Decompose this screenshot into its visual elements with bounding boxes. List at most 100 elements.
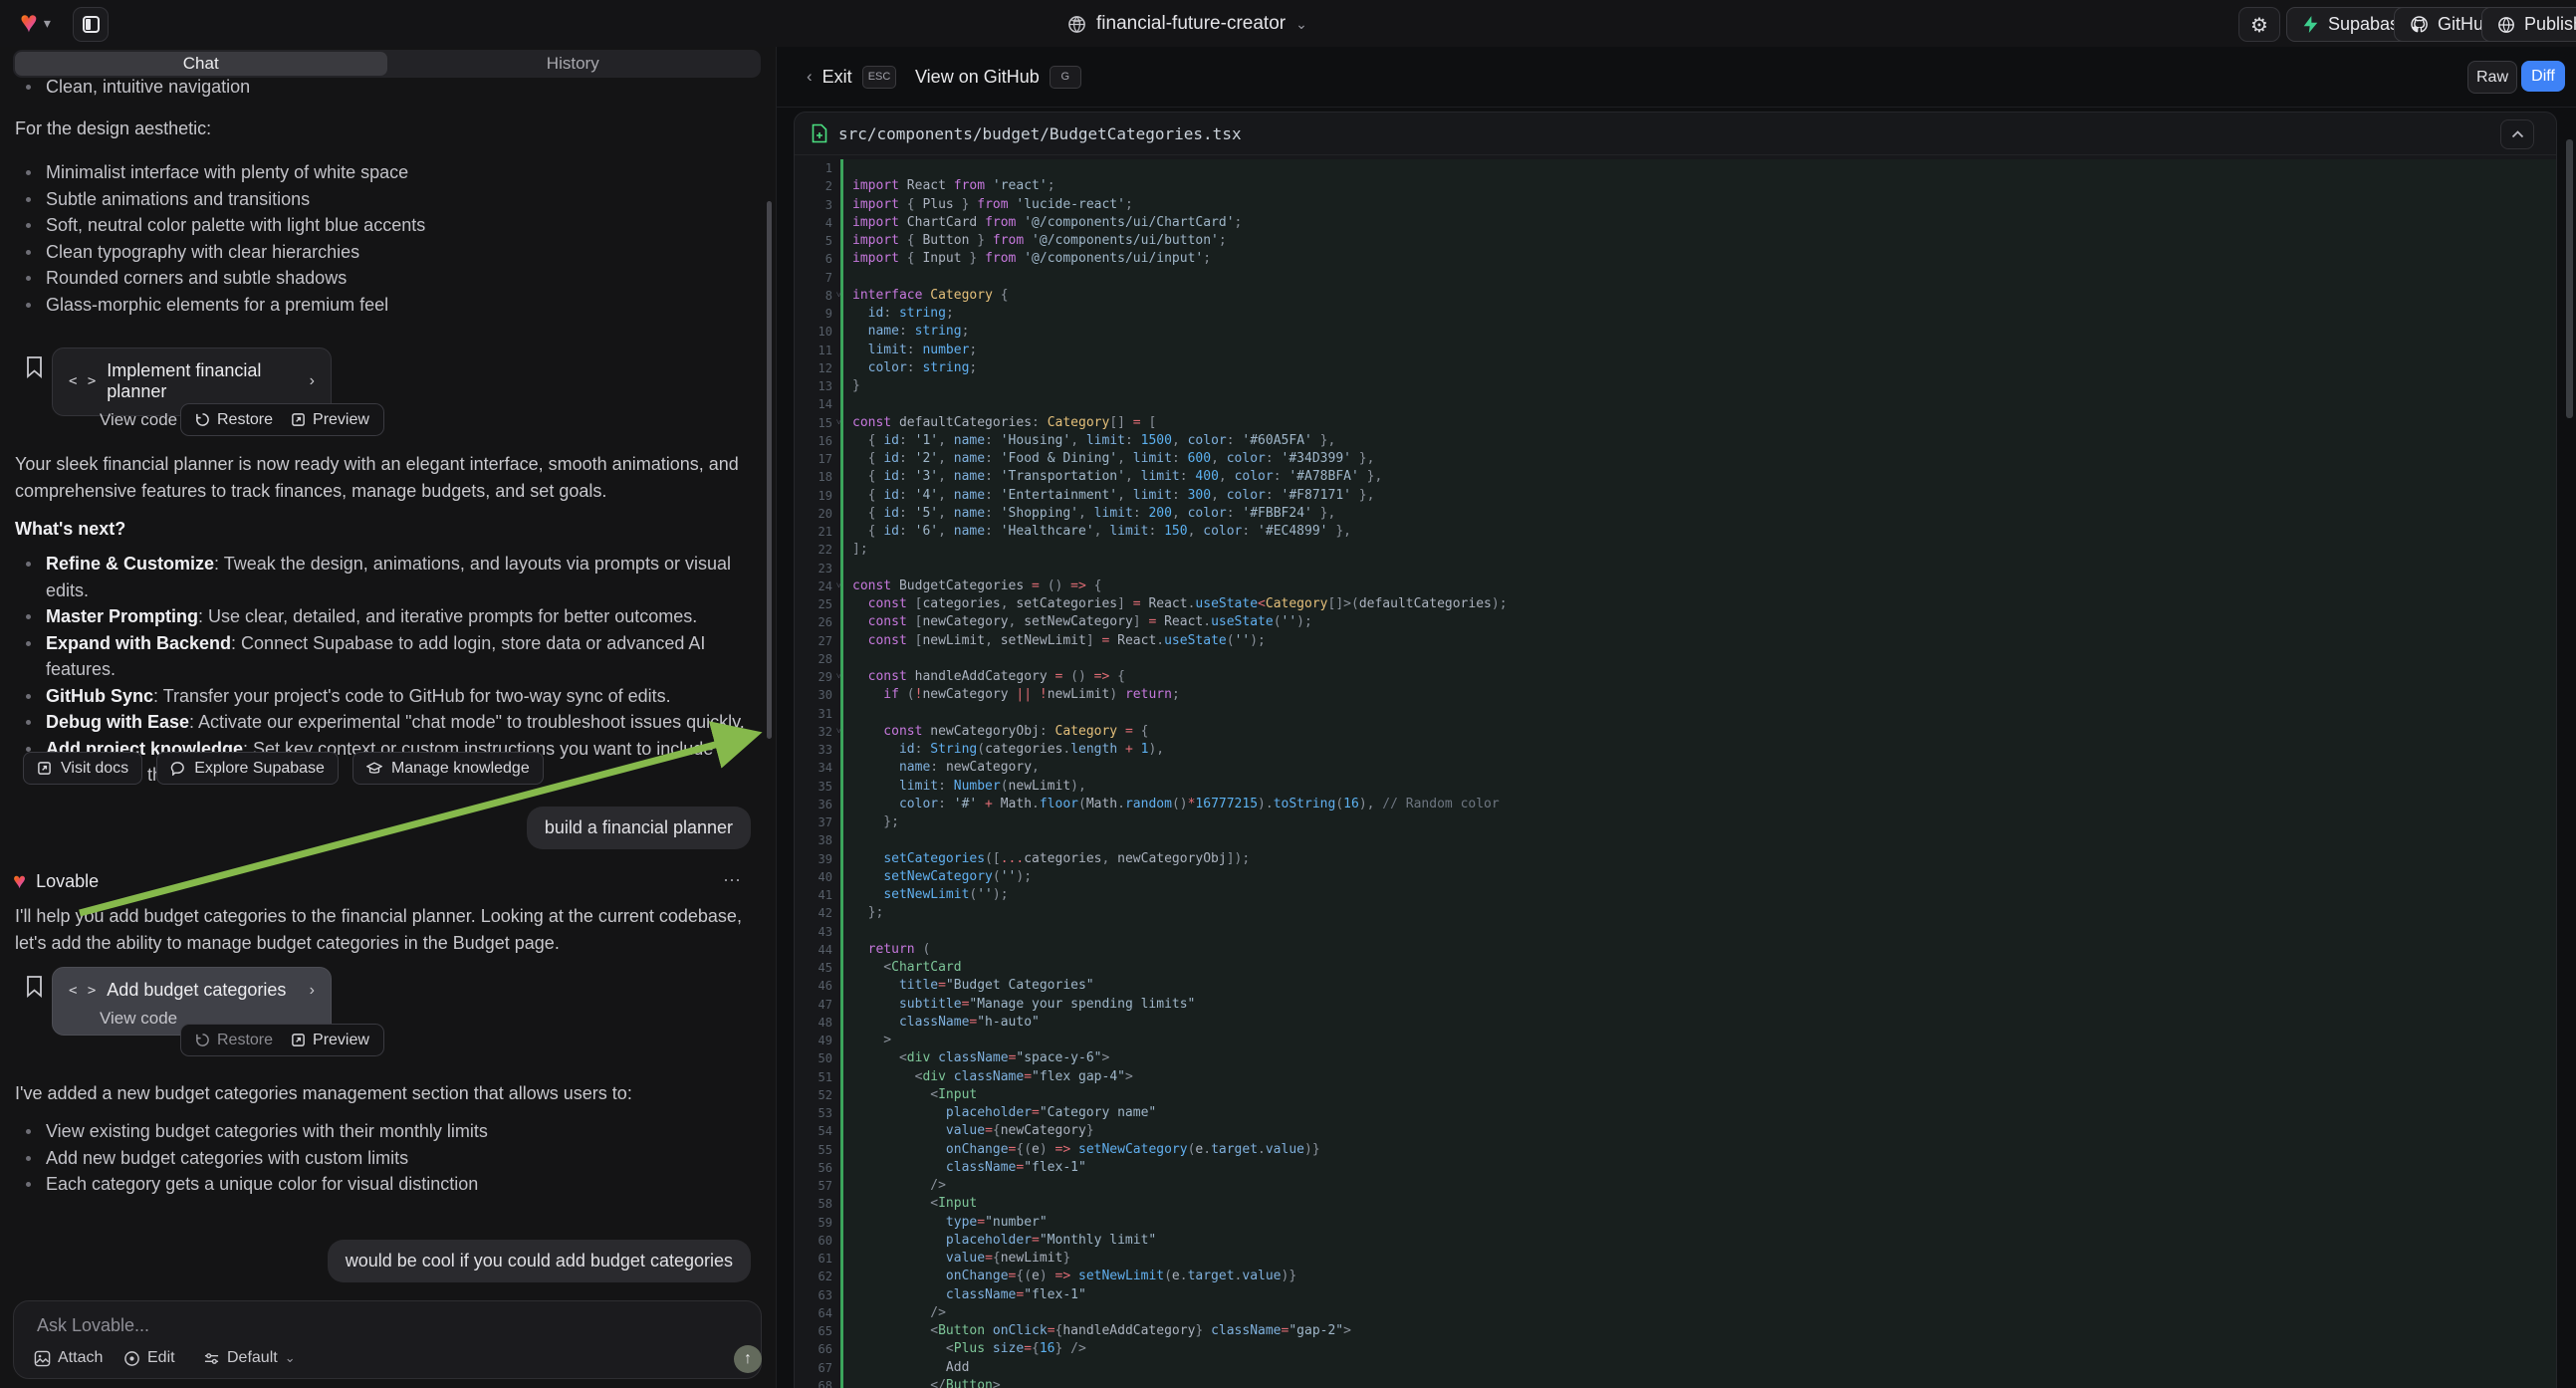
code-line: 61 value={newLimit} (795, 1250, 2556, 1268)
code-line: 20 { id: '5', name: 'Shopping', limit: 2… (795, 505, 2556, 523)
list-item: Debug with Ease: Activate our experiment… (15, 709, 747, 736)
code-line: 32˅ const newCategoryObj: Category = { (795, 723, 2556, 741)
bookmark-icon[interactable] (26, 355, 43, 378)
publish-button[interactable]: Publish (2481, 7, 2576, 42)
restore-button-disabled[interactable]: Restore (195, 1032, 273, 1049)
assistant-header: ♥ Lovable (13, 870, 99, 892)
code-line: 31 (795, 705, 2556, 723)
external-link-icon (37, 761, 52, 776)
list-item: Expand with Backend: Connect Supabase to… (15, 630, 747, 683)
code-line: 51 <div className="flex gap-4"> (795, 1068, 2556, 1086)
code-line: 3import { Plus } from 'lucide-react'; (795, 196, 2556, 214)
file-diff-card: src/components/budget/BudgetCategories.t… (794, 112, 2557, 1388)
mode-selector[interactable]: Default ⌄ (203, 1349, 296, 1367)
code-scrollbar[interactable] (2566, 139, 2573, 418)
preview-icon (291, 412, 306, 427)
code-line: 40 setNewCategory(''); (795, 868, 2556, 886)
list-item: Minimalist interface with plenty of whit… (15, 159, 747, 186)
exit-button[interactable]: ‹ Exit ESC (807, 47, 896, 107)
code-line: 4import ChartCard from '@/components/ui/… (795, 214, 2556, 232)
assistant-name: Lovable (36, 871, 99, 892)
code-line: 19 { id: '4', name: 'Entertainment', lim… (795, 487, 2556, 505)
bookmark-icon[interactable] (26, 975, 43, 998)
code-line: 59 type="number" (795, 1214, 2556, 1232)
toggle-sidebar-button[interactable] (73, 7, 109, 42)
prompt-input-box[interactable]: Ask Lovable... Attach Edit Default ⌄ ↑ (13, 1300, 762, 1379)
lovable-logo[interactable]: ♥ (20, 8, 38, 38)
code-line: 34 name: newCategory, (795, 759, 2556, 777)
code-line: 16 { id: '1', name: 'Housing', limit: 15… (795, 432, 2556, 450)
code-line: 12 color: string; (795, 359, 2556, 377)
chevron-up-icon (2511, 130, 2524, 138)
code-line: 38 (795, 831, 2556, 849)
design-heading: For the design aesthetic: (15, 116, 211, 142)
lovable-heart-icon: ♥ (13, 870, 26, 892)
project-title: financial-future-creator (1096, 13, 1286, 35)
assistant-added-text: I've added a new budget categories manag… (15, 1080, 757, 1107)
attach-button[interactable]: Attach (34, 1349, 103, 1367)
code-line: 22]; (795, 541, 2556, 559)
preview-button[interactable]: Preview (291, 411, 369, 429)
code-line: 35 limit: Number(newLimit), (795, 778, 2556, 796)
code-line: 47 subtitle="Manage your spending limits… (795, 996, 2556, 1014)
code-line: 18 { id: '3', name: 'Transportation', li… (795, 468, 2556, 486)
code-line: 21 { id: '6', name: 'Healthcare', limit:… (795, 523, 2556, 541)
list-item: Each category gets a unique color for vi… (15, 1171, 747, 1198)
logo-chevron-down-icon[interactable]: ▾ (44, 15, 51, 32)
explore-supabase-button[interactable]: Explore Supabase (156, 752, 339, 785)
diff-toggle-button[interactable]: Diff (2521, 61, 2565, 92)
message-menu-icon[interactable]: ⋯ (723, 870, 743, 891)
chat-bubble-icon (170, 761, 185, 776)
g-kbd: G (1050, 66, 1081, 89)
code-line: 49 > (795, 1032, 2556, 1049)
target-icon (123, 1350, 140, 1367)
code-line: 7 (795, 269, 2556, 287)
code-line: 9 id: string; (795, 305, 2556, 323)
tab-history[interactable]: History (387, 52, 760, 76)
user-message-chip: build a financial planner (527, 807, 751, 849)
code-line: 28 (795, 650, 2556, 668)
code-line: 52 <Input (795, 1086, 2556, 1104)
code-line: 45 <ChartCard (795, 959, 2556, 977)
code-line: 64 /> (795, 1304, 2556, 1322)
knowledge-cap-icon (366, 761, 382, 776)
file-header[interactable]: src/components/budget/BudgetCategories.t… (795, 113, 2556, 155)
code-line: 37 }; (795, 813, 2556, 831)
settings-button[interactable]: ⚙ (2238, 7, 2280, 42)
code-line: 58 <Input (795, 1195, 2556, 1213)
code-icon: < > (69, 983, 97, 999)
attach-image-icon (34, 1350, 51, 1367)
collapse-file-button[interactable] (2500, 119, 2534, 149)
suggested-actions: Visit docs Explore Supabase Manage knowl… (23, 752, 544, 785)
list-item: Clean typography with clear hierarchies (15, 239, 747, 266)
code-icon: < > (69, 373, 97, 389)
code-line: 2import React from 'react'; (795, 177, 2556, 195)
view-on-github-button[interactable]: View on GitHub G (915, 47, 1081, 107)
list-item: Subtle animations and transitions (15, 186, 747, 213)
restore-button[interactable]: Restore (195, 411, 273, 429)
prompt-placeholder: Ask Lovable... (37, 1315, 149, 1336)
version-card-title: Add budget categories (107, 980, 286, 1001)
manage-knowledge-button[interactable]: Manage knowledge (352, 752, 544, 785)
design-bullet-list: Minimalist interface with plenty of whit… (15, 159, 747, 318)
send-button[interactable]: ↑ (734, 1345, 762, 1373)
code-line: 43 (795, 923, 2556, 941)
visit-docs-button[interactable]: Visit docs (23, 752, 142, 785)
code-line: 24˅const BudgetCategories = () => { (795, 578, 2556, 595)
project-chevron-down-icon: ⌄ (1295, 16, 1307, 33)
chat-scrollbar[interactable] (767, 201, 772, 739)
list-item: Soft, neutral color palette with light b… (15, 212, 747, 239)
sidebar-panel-icon (83, 16, 100, 33)
project-title-menu[interactable]: financial-future-creator ⌄ (1067, 13, 1307, 35)
raw-toggle-button[interactable]: Raw (2467, 61, 2517, 94)
code-line: 29˅ const handleAddCategory = () => { (795, 668, 2556, 686)
tab-chat[interactable]: Chat (15, 52, 387, 76)
arrow-up-icon: ↑ (744, 1350, 752, 1368)
code-panel: ‹ Exit ESC View on GitHub G Raw Diff src… (777, 47, 2576, 1388)
supabase-bolt-icon (2302, 15, 2319, 34)
code-listing[interactable]: 12import React from 'react';3import { Pl… (795, 155, 2556, 1388)
edit-button[interactable]: Edit (123, 1349, 175, 1367)
list-item: Add new budget categories with custom li… (15, 1145, 747, 1172)
preview-button[interactable]: Preview (291, 1032, 369, 1049)
intro-bullet-list: Clean, intuitive navigation (15, 74, 747, 101)
